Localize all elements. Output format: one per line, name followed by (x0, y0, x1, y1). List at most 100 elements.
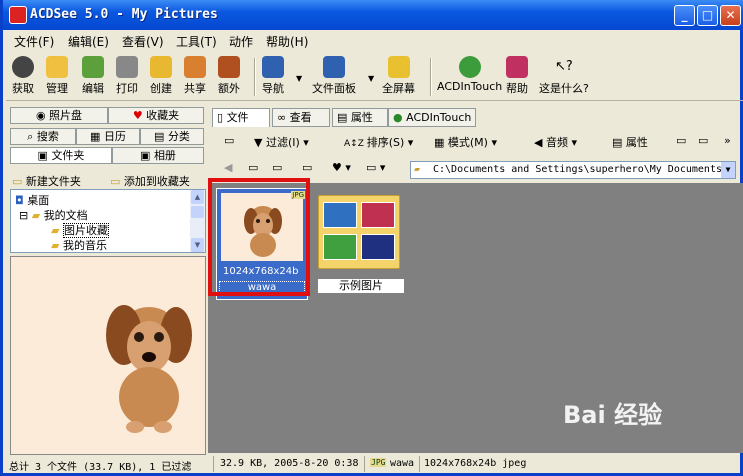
folder-manage-icon (46, 56, 68, 78)
copy-to-icon[interactable]: ▭ (676, 134, 686, 147)
tree-item-my-music[interactable]: ▰ 我的音乐 (51, 237, 107, 252)
tab-acdintouch[interactable]: ● ACDInTouch (388, 108, 476, 127)
camera-icon (12, 56, 34, 78)
create-button[interactable]: 创建 (150, 56, 172, 96)
tab-favorites[interactable]: ♥ 收藏夹 (108, 107, 204, 124)
sort-button[interactable]: A↕Z 排序(S) ▾ (344, 134, 413, 150)
properties-icon: ▤ (337, 111, 351, 124)
toolbar-overflow-icon[interactable]: » (724, 134, 731, 147)
move-to-icon[interactable]: ▭ (698, 134, 708, 147)
back-icon[interactable]: ◀ (224, 161, 232, 174)
menu-edit[interactable]: 编辑(E) (68, 33, 109, 50)
share-icon (184, 56, 206, 78)
scroll-down-icon[interactable]: ▼ (191, 238, 204, 252)
properties-icon: ▤ (612, 136, 626, 149)
view-dropdown-icon[interactable]: ▭ ▾ (366, 161, 385, 174)
status-dimensions: 1024x768x24b jpeg (424, 458, 527, 469)
printer-icon (116, 56, 138, 78)
funnel-icon: ▼ (254, 136, 266, 149)
folder-tree: ◘ 桌面 ⊟ ▰ 我的文档 ▰ 图片收藏 ▰ 我的音乐 ▲ ▼ (10, 189, 206, 253)
path-dropdown-arrow[interactable]: ▼ (721, 162, 735, 178)
tab-album[interactable]: ▣ 相册 (112, 147, 204, 164)
file-panel-dropdown-arrow[interactable]: ▼ (368, 74, 374, 83)
nav-dropdown-arrow[interactable]: ▼ (296, 74, 302, 83)
maximize-button[interactable]: □ (697, 5, 718, 26)
menu-bar: 文件(F) 编辑(E) 查看(V) 工具(T) 动作 帮助(H) (6, 30, 743, 50)
app-window: ACDSee 5.0 - My Pictures _ □ ✕ 文件(F) 编辑(… (0, 0, 743, 476)
globe-icon (458, 56, 481, 78)
tab-view[interactable]: ∞ 查看 (272, 108, 330, 127)
tab-category[interactable]: ▤ 分类 (140, 128, 204, 145)
menu-tools[interactable]: 工具(T) (176, 33, 217, 50)
nav-button[interactable]: 导航 (262, 56, 284, 96)
folder-tree-icon: ▣ (37, 149, 52, 162)
filter-button[interactable]: ▼ 过滤(I) ▾ (254, 134, 309, 150)
heart-icon: ♥ (132, 109, 147, 122)
status-total: 总计 3 个文件 (33.7 KB), 1 已过滤 (9, 462, 192, 473)
toolbar-divider (254, 58, 256, 96)
favorites-dropdown-icon[interactable]: ♥ ▾ (332, 161, 351, 174)
share-button[interactable]: 共享 (184, 56, 206, 96)
collapse-toggle-icon[interactable]: ⊟ (19, 209, 32, 222)
navigation-icon (262, 56, 284, 78)
tree-item-my-documents[interactable]: ⊟ ▰ 我的文档 (19, 207, 88, 223)
properties-button[interactable]: ▤ 属性 (612, 134, 648, 150)
new-folder-button[interactable]: ▭ 新建文件夹 (12, 173, 81, 189)
tab-properties[interactable]: ▤ 属性 (332, 108, 388, 127)
folder-up-icon[interactable]: ▭ (224, 134, 234, 147)
status-divider (364, 456, 365, 472)
tree-scrollbar[interactable]: ▲ ▼ (190, 190, 205, 252)
help-button[interactable]: 帮助 (506, 56, 528, 96)
menu-help[interactable]: 帮助(H) (266, 33, 308, 50)
selection-highlight-box (208, 178, 310, 296)
desktop-icon: ◘ (15, 194, 28, 207)
add-to-favorites-button[interactable]: ▭ 添加到收藏夹 (110, 173, 190, 189)
image-preview (10, 256, 206, 455)
category-icon: ▤ (154, 130, 168, 143)
tree-item-desktop[interactable]: ◘ 桌面 (15, 192, 49, 208)
glasses-icon: ∞ (277, 111, 290, 124)
up-folder-icon[interactable]: ▭ (272, 161, 282, 174)
folder-toolbar: ▭ 新建文件夹 ▭ 添加到收藏夹 (6, 170, 206, 190)
minimize-button[interactable]: _ (674, 5, 695, 26)
extra-button[interactable]: 额外 (218, 56, 240, 96)
tab-calendar[interactable]: ▦ 日历 (76, 128, 140, 145)
menu-actions[interactable]: 动作 (229, 33, 253, 50)
puppy-preview-image (106, 305, 192, 433)
path-combobox[interactable]: ▰ C:\Documents and Settings\superhero\My… (410, 161, 736, 179)
status-divider (419, 456, 420, 472)
tab-file[interactable]: ▯ 文件 (212, 108, 270, 127)
acquire-button[interactable]: 获取 (12, 56, 34, 96)
print-button[interactable]: 打印 (116, 56, 138, 96)
file-panel-button[interactable]: 文件面板 (312, 56, 356, 96)
fullscreen-icon (387, 56, 410, 78)
sample-image-water-lilies (323, 234, 357, 260)
tree-item-my-pictures[interactable]: ▰ 图片收藏 (51, 222, 109, 238)
acdintouch-button[interactable]: ACDInTouch (437, 56, 502, 93)
tab-photo-disc[interactable]: ◉ 照片盘 (10, 107, 108, 124)
menu-file[interactable]: 文件(F) (14, 33, 54, 50)
edit-button[interactable]: 编辑 (82, 56, 104, 96)
menu-view[interactable]: 查看(V) (122, 33, 164, 50)
tab-search[interactable]: ⌕ 搜索 (10, 128, 76, 145)
tab-folder[interactable]: ▣ 文件夹 (10, 147, 112, 164)
binoculars-icon: ⌕ (27, 130, 37, 143)
forward-icon[interactable]: ▭ (248, 161, 258, 174)
scroll-up-icon[interactable]: ▲ (191, 190, 204, 204)
mode-button[interactable]: ▦ 模式(M) ▾ (434, 134, 497, 150)
whats-this-button[interactable]: ↖? 这是什么? (539, 56, 589, 96)
file-panel-icon (323, 56, 345, 78)
fullscreen-button[interactable]: 全屏幕 (382, 56, 415, 96)
brush-icon (82, 56, 104, 78)
folder-thumbnail-sample-pictures[interactable] (318, 195, 400, 269)
left-pane: ◉ 照片盘 ♥ 收藏夹 ⌕ 搜索 ▦ 日历 ▤ 分类 ▣ 文件夹 ▣ 相册 ▭ … (6, 103, 206, 455)
refresh-icon[interactable]: ▭ (302, 161, 312, 174)
audio-button[interactable]: ◀ 音频 ▾ (534, 134, 577, 150)
help-book-icon (506, 56, 528, 78)
manage-button[interactable]: 管理 (46, 56, 68, 96)
scroll-thumb[interactable] (191, 206, 204, 218)
folder-icon: ▰ (414, 164, 421, 175)
close-button[interactable]: ✕ (720, 5, 741, 26)
toolbar-divider (430, 58, 432, 96)
mode-icon: ▦ (434, 136, 448, 149)
